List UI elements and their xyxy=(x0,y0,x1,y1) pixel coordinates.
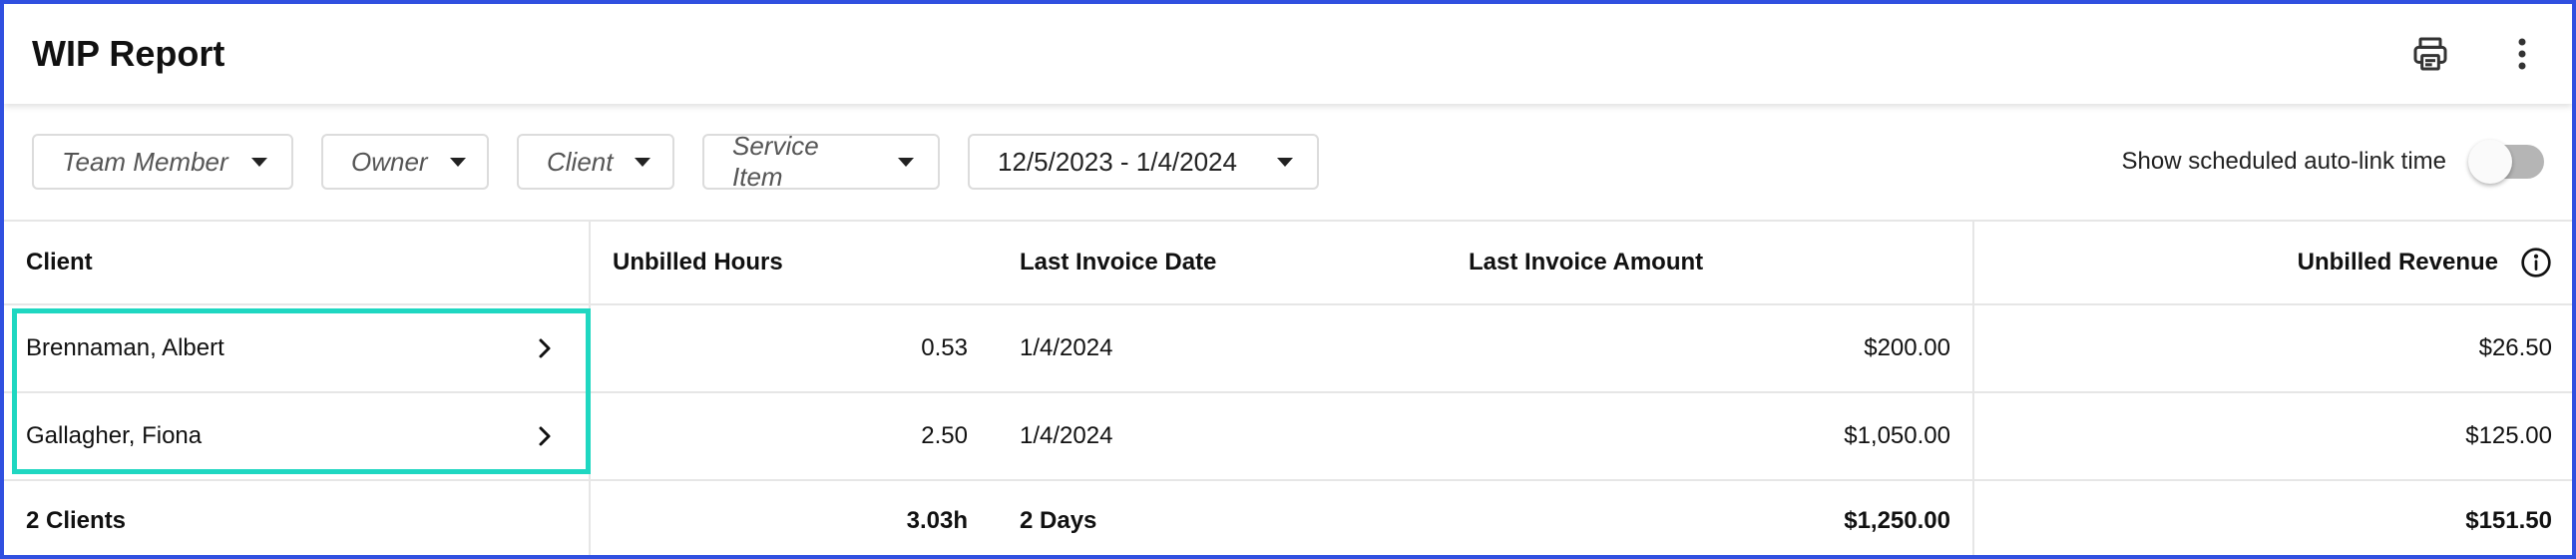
date-range-label: 12/5/2023 - 1/4/2024 xyxy=(998,146,1237,177)
team-member-filter[interactable]: Team Member xyxy=(32,134,293,190)
table-row[interactable]: Gallagher, Fiona 2.50 1/4/2024 $1,050.00… xyxy=(4,393,2572,481)
client-name: Gallagher, Fiona xyxy=(26,422,203,449)
column-header-unbilled-revenue: Unbilled Revenue xyxy=(1974,222,2572,303)
app-window: WIP Report Team Member Owner Client Serv… xyxy=(0,0,2576,559)
column-header-unbilled-revenue-label[interactable]: Unbilled Revenue xyxy=(2298,249,2498,277)
table-header-row: Client Unbilled Hours Last Invoice Date … xyxy=(4,222,2572,305)
last-invoice-date-cell: 1/4/2024 xyxy=(1020,422,1113,449)
caret-down-icon xyxy=(1277,157,1293,167)
column-header-last-invoice-date[interactable]: Last Invoice Date xyxy=(990,222,1439,303)
total-hours-cell: 3.03h xyxy=(906,507,968,534)
client-cell[interactable]: Gallagher, Fiona xyxy=(4,393,591,479)
column-header-last-invoice-amount[interactable]: Last Invoice Amount xyxy=(1439,222,1974,303)
toggle-knob xyxy=(2468,140,2512,184)
wip-table: Client Unbilled Hours Last Invoice Date … xyxy=(4,222,2572,555)
header-actions xyxy=(2408,32,2544,76)
total-amount-cell: $1,250.00 xyxy=(1439,481,1974,555)
client-name: Brennaman, Albert xyxy=(26,334,224,361)
total-clients-cell: 2 Clients xyxy=(4,481,591,555)
team-member-filter-label: Team Member xyxy=(62,146,228,177)
total-days-cell: 2 Days xyxy=(1020,507,1097,534)
page-header: WIP Report xyxy=(4,4,2572,104)
table-row[interactable]: Brennaman, Albert 0.53 1/4/2024 $200.00 … xyxy=(4,305,2572,393)
more-vertical-icon[interactable] xyxy=(2500,32,2544,76)
caret-down-icon xyxy=(449,157,466,167)
auto-link-toggle-label: Show scheduled auto-link time xyxy=(2121,148,2446,175)
table-totals-row: 2 Clients 3.03h 2 Days $1,250.00 $151.50 xyxy=(4,481,2572,555)
service-item-filter[interactable]: Service Item xyxy=(702,131,940,192)
auto-link-toggle[interactable] xyxy=(2468,140,2544,184)
caret-down-icon xyxy=(635,157,651,167)
total-revenue-cell: $151.50 xyxy=(2465,507,2552,534)
printer-icon[interactable] xyxy=(2408,32,2452,76)
caret-down-icon xyxy=(251,157,267,167)
chevron-right-icon[interactable] xyxy=(533,424,557,448)
filter-bar: Team Member Owner Client Service Item 12… xyxy=(4,104,2572,222)
chevron-right-icon[interactable] xyxy=(533,336,557,360)
service-item-filter-label: Service Item xyxy=(732,131,819,192)
caret-down-icon xyxy=(898,157,914,167)
client-cell[interactable]: Brennaman, Albert xyxy=(4,305,591,391)
date-range-filter[interactable]: 12/5/2023 - 1/4/2024 xyxy=(968,134,1319,190)
last-invoice-date-cell: 1/4/2024 xyxy=(1020,334,1113,361)
column-header-client[interactable]: Client xyxy=(4,222,591,303)
last-invoice-amount-cell: $200.00 xyxy=(1439,305,1974,391)
unbilled-revenue-cell: $125.00 xyxy=(2465,422,2552,449)
owner-filter-label: Owner xyxy=(351,146,428,177)
unbilled-revenue-cell: $26.50 xyxy=(2478,334,2552,361)
info-icon[interactable] xyxy=(2520,247,2552,279)
owner-filter[interactable]: Owner xyxy=(321,134,489,190)
unbilled-hours-cell: 0.53 xyxy=(921,334,968,361)
unbilled-hours-cell: 2.50 xyxy=(921,422,968,449)
column-header-unbilled-hours[interactable]: Unbilled Hours xyxy=(591,222,990,303)
client-filter-label: Client xyxy=(547,146,614,177)
auto-link-toggle-group: Show scheduled auto-link time xyxy=(2121,140,2544,184)
last-invoice-amount-cell: $1,050.00 xyxy=(1439,393,1974,479)
page-title: WIP Report xyxy=(32,33,225,74)
client-filter[interactable]: Client xyxy=(517,134,674,190)
